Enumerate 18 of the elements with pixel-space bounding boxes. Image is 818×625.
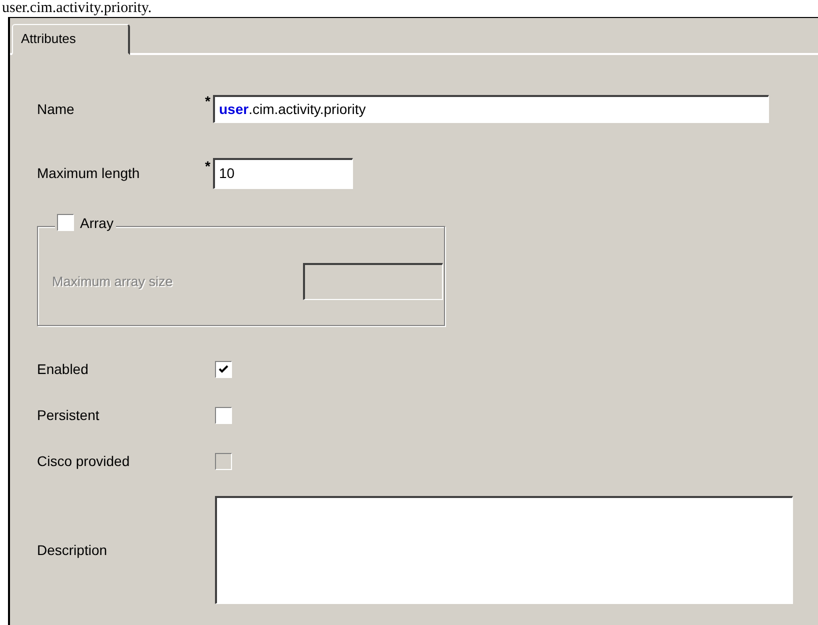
field-label: Maximum array size [52,274,174,289]
checkbox-label: Array [80,214,114,230]
caption-text: user.cim.activity.priority. [1,0,153,17]
input-field[interactable]: 10 [213,158,353,188]
required-mark: * [205,93,212,109]
input-field[interactable]: user.cim.activity.priority [213,95,769,123]
checkbox-label: Cisco provided [37,453,131,469]
field-label: Maximum length [37,165,141,181]
field-label: Name [37,101,76,117]
text-area[interactable] [215,496,793,604]
check-icon [218,364,229,374]
checkbox-label: Persistent [37,407,100,423]
field-label: Description [37,542,108,558]
tab[interactable]: Attributes [12,24,130,55]
required-mark: * [205,158,212,174]
checkbox[interactable] [215,360,232,378]
checkbox-label: Enabled [37,361,90,377]
checkbox[interactable] [215,406,232,424]
